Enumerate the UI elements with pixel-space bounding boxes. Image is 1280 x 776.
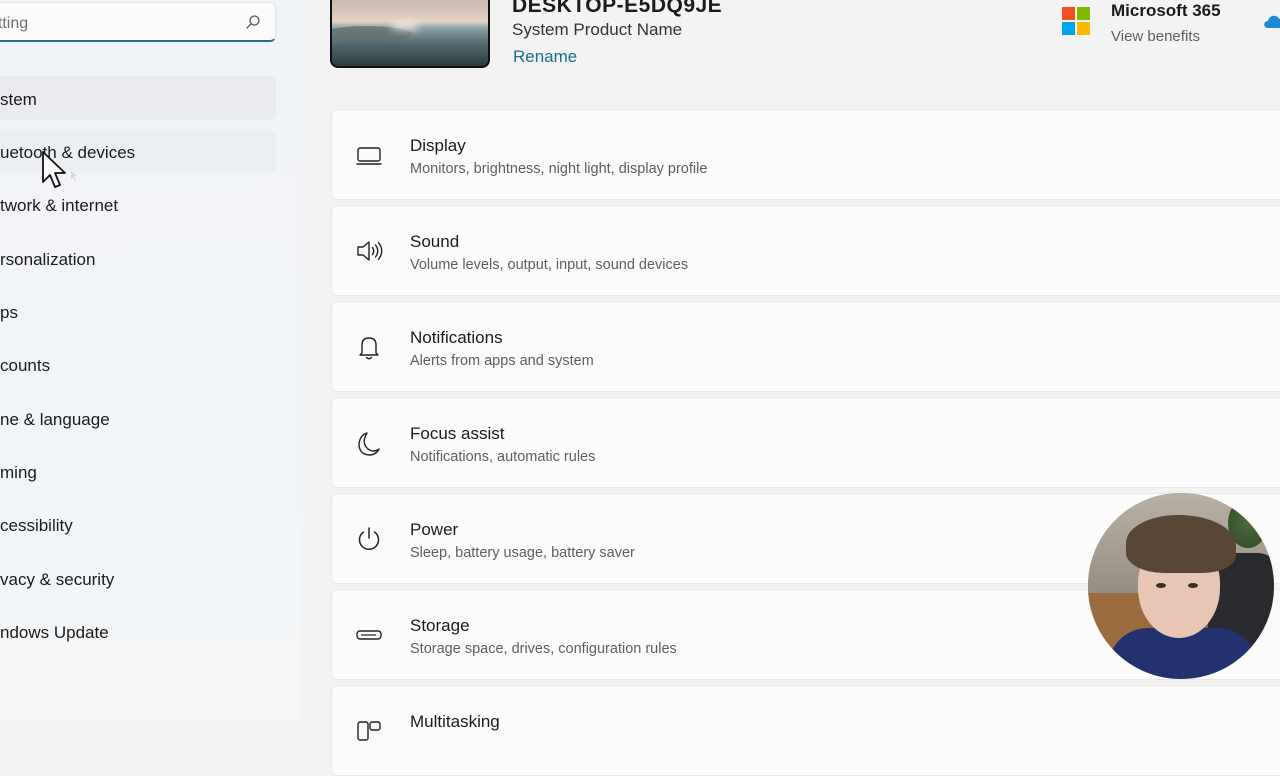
storage-icon — [356, 630, 382, 640]
sidebar-item-gaming[interactable]: ming — [0, 449, 276, 493]
settings-card-notifications[interactable]: Notifications Alerts from apps and syste… — [331, 301, 1280, 392]
sidebar-item-label: ming — [0, 463, 37, 482]
multitasking-icon — [357, 721, 381, 741]
sidebar-item-time-language[interactable]: ne & language — [0, 396, 276, 440]
microsoft-365-title[interactable]: Microsoft 365 — [1111, 1, 1221, 21]
sidebar-item-windows-update[interactable]: ndows Update — [0, 609, 276, 653]
sidebar-item-accounts[interactable]: counts — [0, 342, 276, 386]
sidebar-item-label: ps — [0, 303, 18, 322]
sidebar-item-label: stem — [0, 90, 37, 109]
sidebar-item-apps[interactable]: ps — [0, 289, 276, 333]
card-subtitle: Storage space, drives, configuration rul… — [410, 641, 677, 657]
sidebar-item-label: ndows Update — [0, 623, 109, 642]
onedrive-cloud-icon[interactable] — [1262, 10, 1280, 32]
search-icon[interactable] — [245, 14, 261, 30]
sidebar-item-label: twork & internet — [0, 196, 119, 215]
card-title: Power — [410, 520, 459, 539]
device-name: DESKTOP-E5DQ9JE — [512, 0, 723, 17]
moon-icon — [358, 432, 380, 456]
sidebar-item-label: rsonalization — [0, 250, 96, 269]
settings-card-focus-assist[interactable]: Focus assist Notifications, automatic ru… — [331, 397, 1280, 488]
card-title: Multitasking — [410, 712, 500, 731]
sidebar-item-privacy-security[interactable]: vacy & security — [0, 556, 276, 600]
bell-icon — [359, 337, 379, 360]
sidebar-item-system[interactable]: stem — [0, 76, 276, 120]
settings-card-sound[interactable]: Sound Volume levels, output, input, soun… — [331, 205, 1280, 296]
card-title: Storage — [410, 616, 470, 635]
card-subtitle: Sleep, battery usage, battery saver — [410, 545, 635, 561]
power-icon — [358, 527, 380, 550]
sidebar-item-label: ne & language — [0, 410, 110, 429]
card-subtitle: Notifications, automatic rules — [410, 449, 596, 465]
card-subtitle: Volume levels, output, input, sound devi… — [410, 257, 689, 273]
mouse-cursor-icon — [42, 151, 66, 188]
webcam-overlay — [1088, 493, 1274, 679]
card-title: Sound — [410, 232, 460, 251]
card-title: Notifications — [410, 328, 503, 347]
card-subtitle: Monitors, brightness, night light, displ… — [410, 161, 708, 177]
rename-link[interactable]: Rename — [513, 47, 577, 67]
settings-card-multitasking[interactable]: Multitasking — [331, 685, 1280, 776]
sidebar-item-personalization[interactable]: rsonalization — [0, 236, 276, 280]
cursor-trail-icon — [71, 171, 77, 181]
sidebar: etting stem uetooth & devices twork & in… — [0, 0, 300, 720]
card-subtitle: Alerts from apps and system — [410, 353, 594, 369]
microsoft-logo-icon — [1062, 7, 1090, 35]
sidebar-item-accessibility[interactable]: cessibility — [0, 502, 276, 546]
card-title: Focus assist — [410, 424, 505, 443]
view-benefits-link[interactable]: View benefits — [1111, 28, 1200, 45]
sidebar-item-label: counts — [0, 356, 51, 375]
display-icon — [356, 147, 382, 165]
settings-card-display[interactable]: Display Monitors, brightness, night ligh… — [331, 109, 1280, 200]
card-title: Display — [410, 136, 466, 155]
device-model: System Product Name — [512, 20, 683, 39]
search-box[interactable]: etting — [0, 2, 276, 42]
speaker-icon — [357, 241, 383, 261]
search-input[interactable]: etting — [0, 15, 28, 33]
sidebar-item-label: cessibility — [0, 516, 73, 535]
device-wallpaper-thumbnail — [330, 0, 490, 68]
sidebar-item-label: vacy & security — [0, 570, 115, 589]
